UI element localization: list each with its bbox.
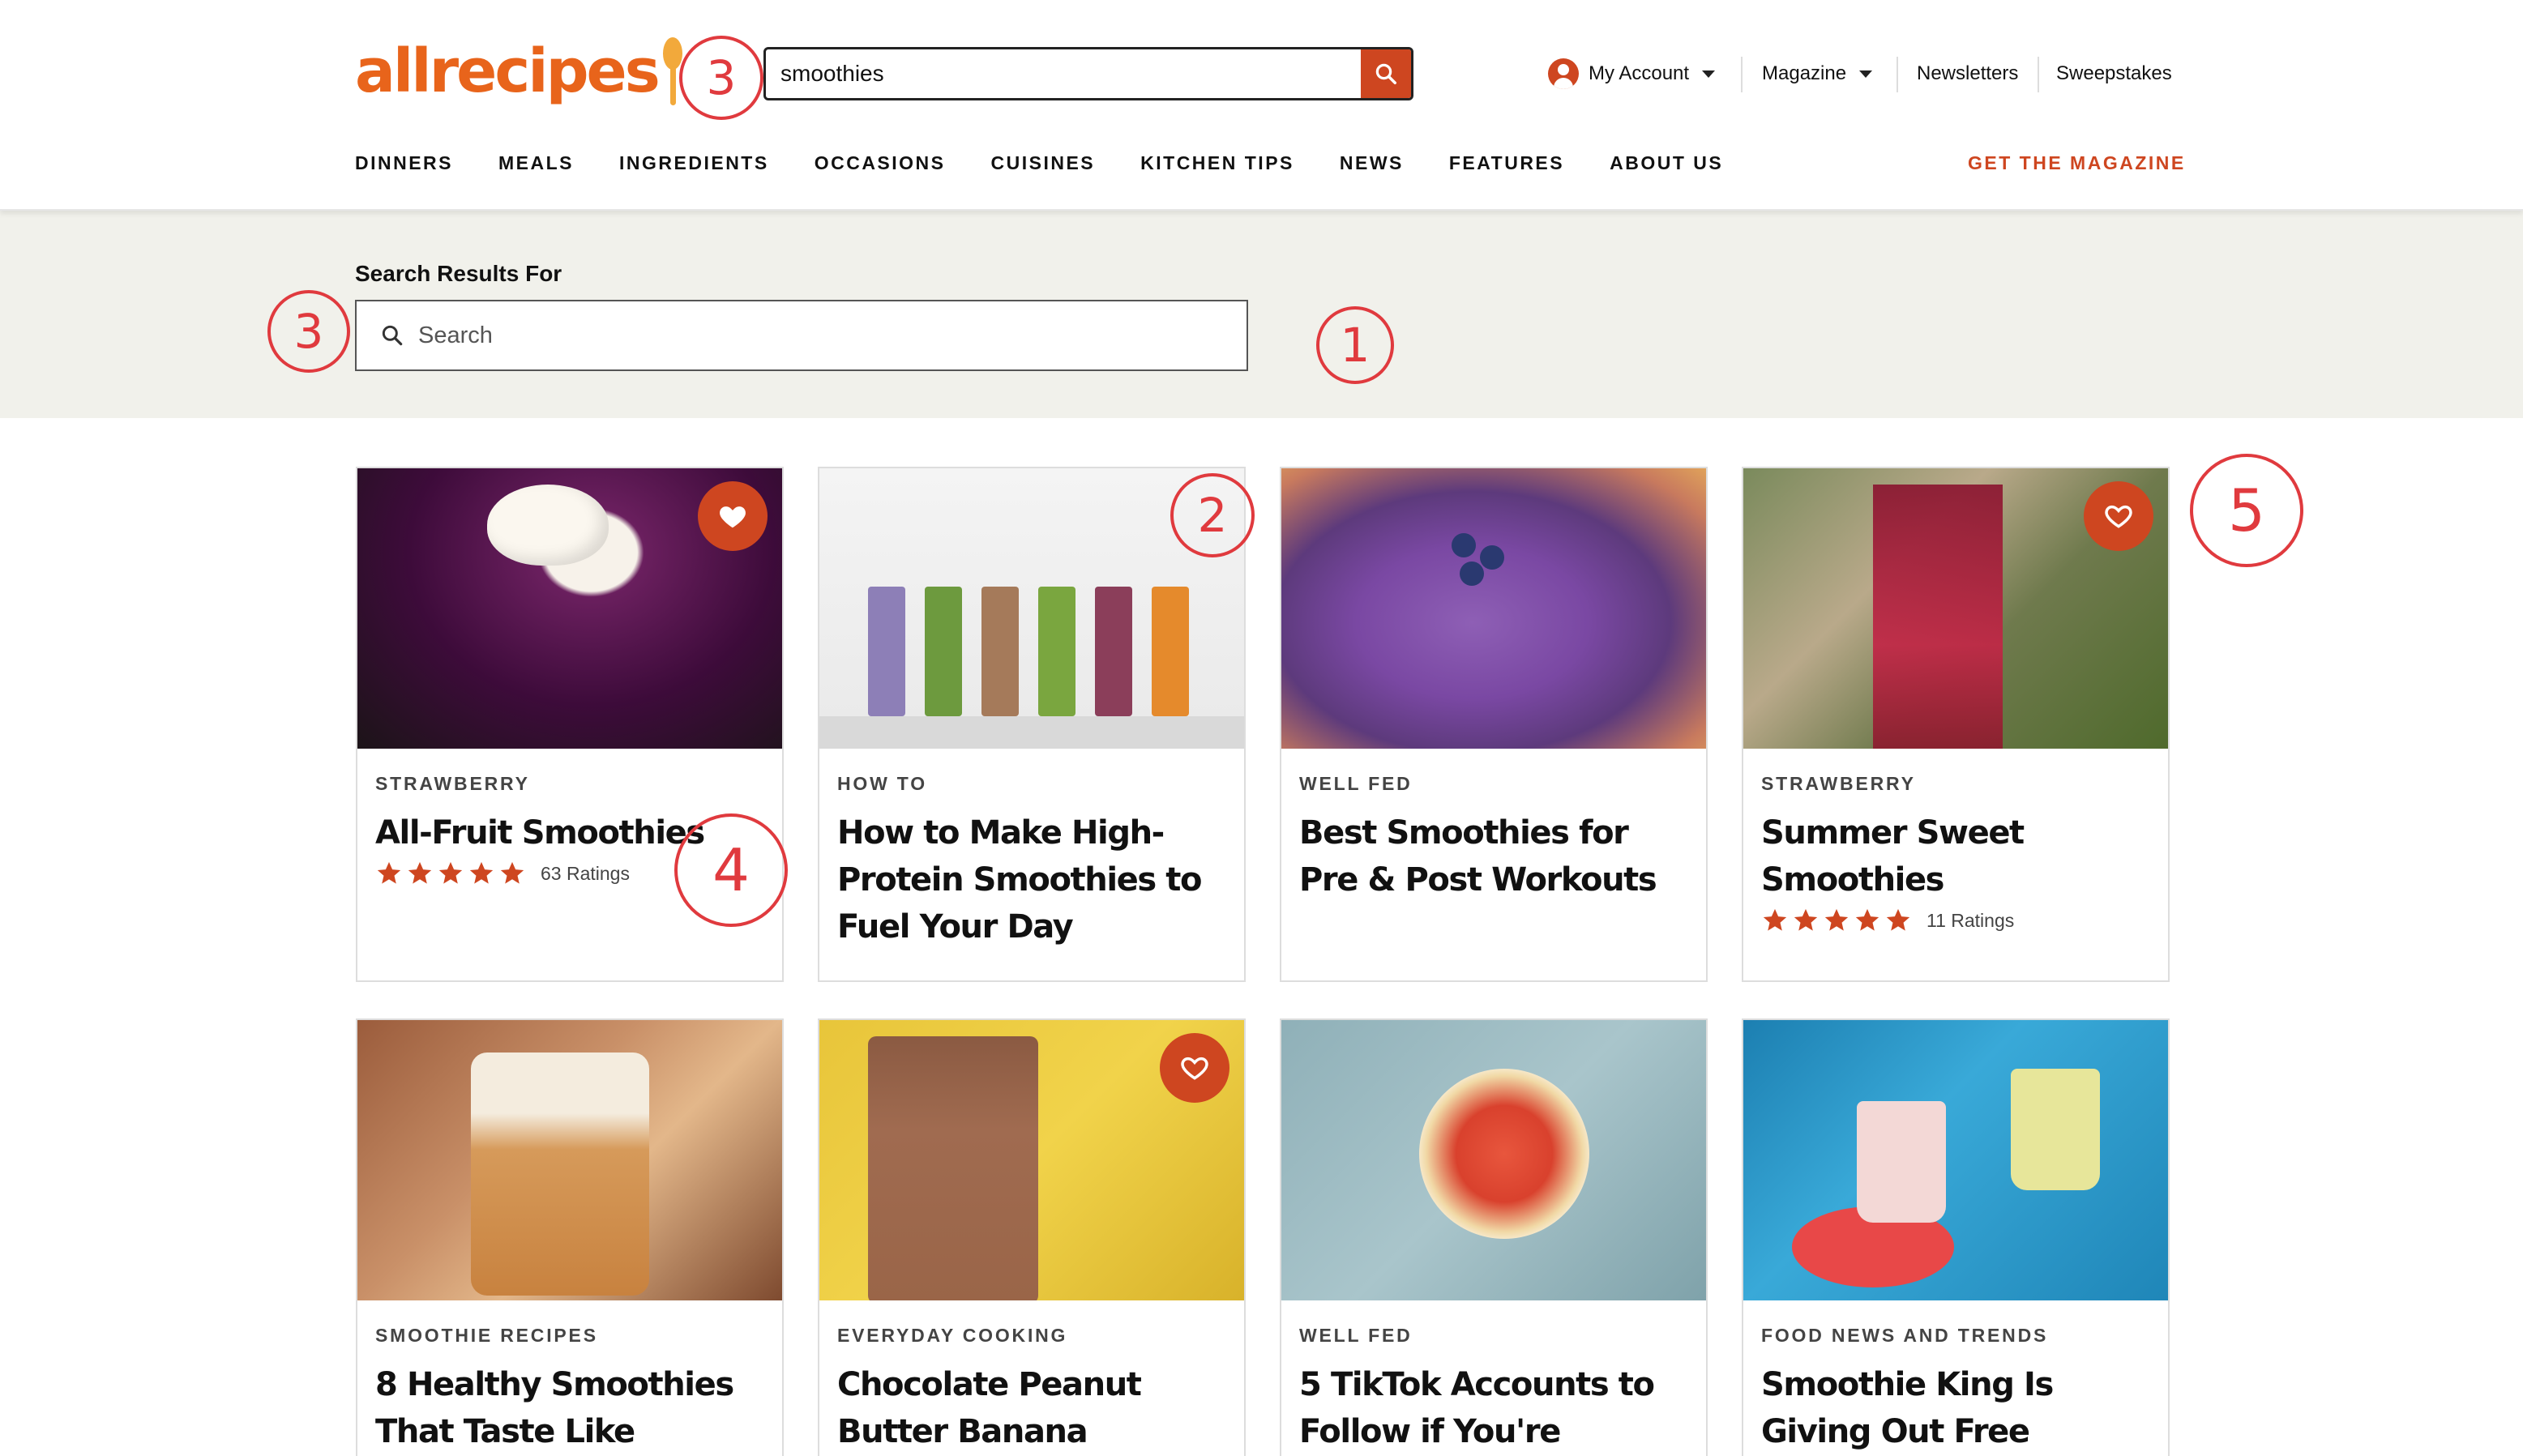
heart-icon [1181, 1057, 1208, 1080]
star-icon [1824, 908, 1849, 931]
nav-features[interactable]: FEATURES [1449, 152, 1564, 174]
nav-ingredients[interactable]: INGREDIENTS [619, 152, 769, 174]
divider [1741, 57, 1743, 92]
recipe-image [1743, 468, 2168, 749]
save-button[interactable] [698, 481, 768, 551]
heart-icon [720, 506, 746, 528]
results-search-input[interactable] [418, 322, 1247, 349]
allrecipes-logo[interactable]: allrecipes [355, 31, 684, 112]
search-icon [379, 322, 405, 348]
account-circle-icon [1548, 58, 1579, 89]
chevron-down-icon [1702, 70, 1716, 78]
card-title[interactable]: How to Make High-Protein Smoothies to Fu… [837, 809, 1226, 950]
recipe-image [1281, 1020, 1706, 1300]
card-category[interactable]: FOOD NEWS AND TRENDS [1761, 1325, 2150, 1347]
nav-news[interactable]: NEWS [1340, 152, 1404, 174]
card-title[interactable]: 5 TikTok Accounts to Follow if You're [1299, 1361, 1688, 1455]
star-icon [377, 861, 401, 884]
my-account-label: My Account [1589, 62, 1690, 84]
recipe-image [357, 468, 782, 749]
card-title[interactable]: Best Smoothies for Pre & Post Workouts [1299, 809, 1688, 903]
star-icon [500, 861, 524, 884]
header-search-button[interactable] [1361, 49, 1411, 98]
star-icon [1886, 908, 1910, 931]
annotation-marker: 3 [267, 290, 350, 373]
recipe-image [1281, 468, 1706, 749]
star-icon [408, 861, 432, 884]
header-search-input[interactable] [766, 49, 1361, 98]
star-rating [375, 860, 529, 887]
card-title[interactable]: Summer Sweet Smoothies [1761, 809, 2150, 903]
save-button[interactable] [2084, 481, 2153, 551]
header-search-bar [763, 47, 1413, 100]
recipe-image [1743, 1020, 2168, 1300]
card-category[interactable]: WELL FED [1299, 773, 1688, 795]
annotation-marker: 4 [674, 813, 788, 927]
card-category[interactable]: STRAWBERRY [375, 773, 764, 795]
rating-count: 11 Ratings [1926, 909, 2015, 931]
star-icon [1794, 908, 1818, 931]
nav-kitchen-tips[interactable]: KITCHEN TIPS [1140, 152, 1294, 174]
nav-dinners[interactable]: DINNERS [355, 152, 453, 174]
sweepstakes-link[interactable]: Sweepstakes [2056, 47, 2172, 100]
card-category[interactable]: WELL FED [1299, 1325, 1688, 1347]
recipe-card[interactable]: FOOD NEWS AND TRENDS Smoothie King Is Gi… [1742, 1018, 2170, 1456]
star-icon [1763, 908, 1787, 931]
recipe-image [357, 1020, 782, 1300]
nav-meals[interactable]: MEALS [498, 152, 574, 174]
recipe-card[interactable]: STRAWBERRY Summer Sweet Smoothies 11 Rat… [1742, 467, 2170, 982]
heart-icon [2105, 505, 2132, 528]
site-header: allrecipes My Account Magazine Newslette… [0, 0, 2523, 211]
results-search-bar [355, 300, 1248, 371]
search-results-label: Search Results For [355, 261, 562, 286]
logo-wordmark: allrecipes [355, 36, 661, 106]
annotation-marker: 3 [679, 36, 763, 120]
card-title[interactable]: Chocolate Peanut Butter Banana Smoothies [837, 1361, 1226, 1456]
recipe-card[interactable]: SMOOTHIE RECIPES 8 Healthy Smoothies Tha… [356, 1018, 784, 1456]
card-category[interactable]: STRAWBERRY [1761, 773, 2150, 795]
star-icon [469, 861, 494, 884]
recipe-card[interactable]: EVERYDAY COOKING Chocolate Peanut Butter… [818, 1018, 1246, 1456]
star-icon [1855, 908, 1879, 931]
magazine-menu[interactable]: Magazine [1762, 47, 1873, 100]
card-category[interactable]: HOW TO [837, 773, 1226, 795]
main-nav: DINNERS MEALS INGREDIENTS OCCASIONS CUIS… [355, 152, 1768, 174]
rating-count: 63 Ratings [541, 862, 630, 884]
recipe-card[interactable]: WELL FED 5 TikTok Accounts to Follow if … [1280, 1018, 1708, 1456]
recipe-image [819, 1020, 1244, 1300]
chevron-down-icon [1859, 70, 1873, 78]
nav-occasions[interactable]: OCCASIONS [815, 152, 946, 174]
annotation-marker: 2 [1170, 473, 1255, 557]
get-the-magazine-link[interactable]: GET THE MAGAZINE [1968, 152, 2186, 174]
card-rating: 11 Ratings [1761, 907, 2150, 934]
card-title[interactable]: 8 Healthy Smoothies That Taste Like Dess… [375, 1361, 764, 1456]
star-icon [438, 861, 463, 884]
save-button[interactable] [1160, 1033, 1229, 1103]
card-title[interactable]: Smoothie King Is Giving Out Free Smoothi… [1761, 1361, 2150, 1456]
newsletters-link[interactable]: Newsletters [1917, 47, 2018, 100]
card-category[interactable]: SMOOTHIE RECIPES [375, 1325, 764, 1347]
star-rating [1761, 907, 1915, 934]
magazine-label: Magazine [1762, 62, 1847, 84]
card-category[interactable]: EVERYDAY COOKING [837, 1325, 1226, 1347]
recipe-card[interactable]: WELL FED Best Smoothies for Pre & Post W… [1280, 467, 1708, 982]
divider [1897, 57, 1898, 92]
divider [2038, 57, 2039, 92]
search-icon [1375, 63, 1396, 84]
nav-about-us[interactable]: ABOUT US [1610, 152, 1723, 174]
annotation-marker: 5 [2190, 454, 2303, 567]
my-account-menu[interactable]: My Account [1548, 47, 1716, 100]
nav-cuisines[interactable]: CUISINES [991, 152, 1096, 174]
annotation-marker: 1 [1316, 306, 1394, 384]
